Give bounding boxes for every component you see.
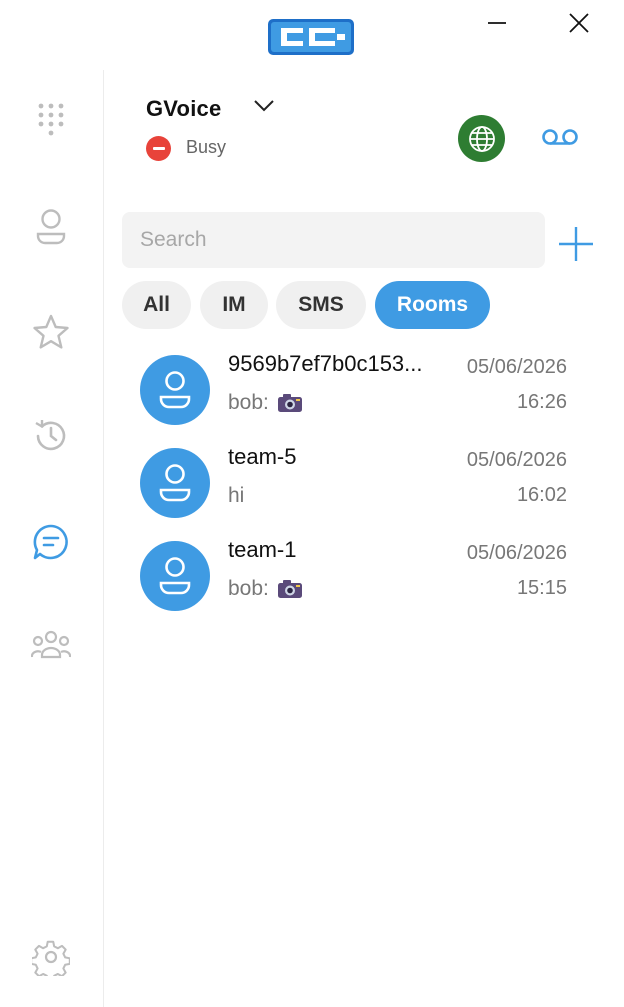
avatar [140, 355, 210, 425]
sidebar-item-messages[interactable] [30, 521, 72, 563]
preview-text: bob: [228, 577, 269, 600]
history-icon [35, 420, 66, 451]
tab-rooms[interactable]: Rooms [375, 281, 490, 329]
conversation-time: 16:26 [516, 391, 567, 413]
camera-icon [277, 579, 303, 599]
chevron-down-icon [254, 100, 274, 112]
status-text[interactable]: Busy [186, 137, 226, 158]
gear-icon [32, 940, 70, 976]
minimize-button[interactable] [484, 10, 510, 36]
camera-icon [277, 393, 303, 413]
conversation-name: team-5 [228, 444, 297, 469]
sidebar-item-dialpad[interactable] [30, 99, 72, 141]
avatar [140, 448, 210, 518]
conversation-preview: bob: [228, 577, 303, 601]
add-button[interactable] [556, 224, 596, 264]
conversation-date: 05/06/2026 [466, 449, 567, 471]
person-icon [36, 209, 66, 245]
chat-icon [33, 524, 68, 560]
sidebar-item-favorites[interactable] [30, 311, 72, 353]
sidebar-item-contacts[interactable] [30, 206, 72, 248]
conversation-preview: hi [228, 484, 244, 508]
close-icon [569, 13, 589, 33]
person-icon [159, 371, 191, 409]
tab-im[interactable]: IM [200, 281, 268, 329]
voicemail-button[interactable] [540, 122, 580, 152]
sidebar-item-settings[interactable] [30, 936, 72, 978]
app-logo [265, 14, 357, 60]
conversation-date: 05/06/2026 [466, 356, 567, 378]
conversation-time: 15:15 [516, 577, 567, 599]
sidebar-item-history[interactable] [30, 415, 72, 457]
dialpad-icon [38, 103, 64, 136]
voicemail-icon [542, 129, 578, 145]
busy-icon [152, 147, 165, 150]
avatar [140, 541, 210, 611]
plus-icon [559, 227, 593, 261]
conversation-time: 16:02 [516, 484, 567, 506]
sidebar [0, 70, 104, 1007]
conversation-date: 05/06/2026 [466, 542, 567, 564]
tab-all[interactable]: All [122, 281, 191, 329]
status-indicator[interactable] [146, 136, 171, 161]
account-dropdown[interactable] [252, 96, 276, 116]
list-item[interactable]: team-5 05/06/2026 hi 16:02 [122, 440, 592, 533]
account-name[interactable]: GVoice [146, 96, 221, 122]
person-icon [159, 557, 191, 595]
minimize-icon [488, 22, 506, 24]
close-button[interactable] [566, 10, 592, 36]
globe-icon [468, 125, 495, 152]
list-item[interactable]: team-1 05/06/2026 bob: 15:15 [122, 533, 592, 626]
sidebar-item-groups[interactable] [30, 625, 72, 667]
star-icon [33, 314, 69, 349]
conversation-name: team-1 [228, 537, 297, 562]
preview-text: hi [228, 484, 245, 507]
group-icon [31, 630, 71, 659]
preview-text: bob: [228, 391, 269, 414]
person-icon [159, 464, 191, 502]
tab-sms[interactable]: SMS [276, 281, 366, 329]
list-item[interactable]: 9569b7ef7b0c153... 05/06/2026 bob: 16:26 [122, 347, 592, 440]
globe-button[interactable] [458, 115, 505, 162]
conversation-preview: bob: [228, 391, 303, 415]
search-input[interactable] [122, 212, 545, 268]
conversation-name: 9569b7ef7b0c153... [228, 351, 423, 376]
